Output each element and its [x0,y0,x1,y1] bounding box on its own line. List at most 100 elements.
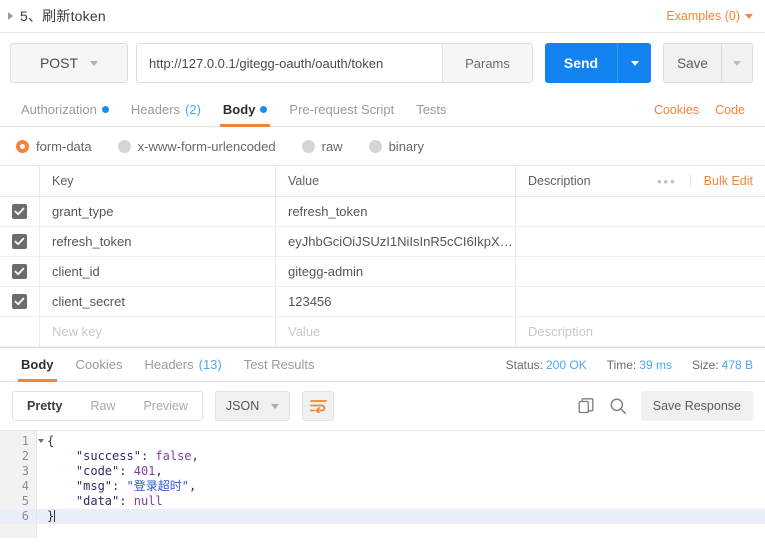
send-button[interactable]: Send [545,43,617,83]
row-checkbox[interactable] [12,264,27,279]
tab-label: Cookies [76,357,123,372]
line-number: 2 [0,449,36,464]
row-key[interactable]: grant_type [52,204,113,219]
copy-icon[interactable] [578,398,595,415]
save-response-button[interactable]: Save Response [641,391,753,421]
view-mode-pretty[interactable]: Pretty [13,392,76,420]
row-value[interactable]: refresh_token [288,204,368,219]
radio-form-data[interactable]: form-data [16,139,92,154]
row-key[interactable]: refresh_token [52,234,132,249]
table-row: client_secret 123456 [0,287,765,317]
view-mode-group: Pretty Raw Preview [12,391,203,421]
examples-dropdown[interactable]: Examples (0) [666,9,753,23]
url-input[interactable] [137,44,442,82]
time-value: 39 ms [639,358,672,372]
new-key-input[interactable]: New key [52,324,102,339]
response-tab-cookies[interactable]: Cookies [65,357,134,381]
new-value-input[interactable]: Value [288,324,320,339]
row-checkbox[interactable] [12,234,27,249]
code-lines[interactable]: { "success": false, "code": 401, "msg": … [36,431,765,538]
size-meta: Size:478 B [692,358,753,372]
row-value[interactable]: 123456 [288,294,331,309]
chevron-down-icon [271,404,279,409]
table-row-new: New key Value Description [0,317,765,347]
radio-binary[interactable]: binary [369,139,424,154]
size-value: 478 B [722,358,753,372]
radio-label: x-www-form-urlencoded [138,139,276,154]
request-tabs: Authorization Headers (2) Body Pre-reque… [0,93,765,127]
tab-label: Headers [144,357,193,372]
status-meta: Status:200 OK [506,358,587,372]
bulk-edit-button[interactable]: Bulk Edit [690,174,753,188]
tab-label: Authorization [21,102,97,117]
row-value[interactable]: eyJhbGciOiJSUzI1NiIsInR5cCI6IkpXVCJ9... [288,234,515,249]
row-key[interactable]: client_secret [52,294,125,309]
view-mode-preview[interactable]: Preview [129,392,201,420]
send-options-button[interactable] [617,43,651,83]
triangle-right-icon[interactable] [8,12,13,20]
chevron-down-icon [90,61,98,66]
search-icon[interactable] [609,397,627,415]
response-body-viewer[interactable]: 1 2 3 4 5 6 { "success": false, "code": … [0,430,765,538]
row-checkbox[interactable] [12,294,27,309]
format-selector[interactable]: JSON [215,391,290,421]
examples-label: Examples (0) [666,9,740,23]
new-description-input[interactable]: Description [528,324,593,339]
column-header-value: Value [288,174,319,188]
tab-authorization[interactable]: Authorization [10,102,120,126]
code-line: "msg": "登录超时", [37,479,765,494]
response-meta: Status:200 OK Time:39 ms Size:478 B [506,358,753,381]
response-tabs-bar: Body Cookies Headers (13) Test Results S… [0,347,765,382]
table-row: grant_type refresh_token [0,197,765,227]
tab-label: Tests [416,102,446,117]
body-type-radio-group: form-data x-www-form-urlencoded raw bina… [0,127,765,165]
tab-label: Body [223,102,256,117]
tab-label: Pre-request Script [289,102,394,117]
tab-label: Test Results [244,357,315,372]
tab-body[interactable]: Body [212,102,279,126]
save-button-group: Save [663,43,753,83]
code-line: "data": null [37,494,765,509]
size-label: Size: [692,358,719,372]
time-meta: Time:39 ms [607,358,672,372]
row-key[interactable]: client_id [52,264,100,279]
response-tab-body[interactable]: Body [10,357,65,381]
save-options-button[interactable] [721,43,753,83]
new-row-checkbox-cell [0,317,40,346]
text-cursor [54,510,55,522]
params-button[interactable]: Params [442,44,532,82]
tab-pre-request-script[interactable]: Pre-request Script [278,102,405,126]
tab-tests[interactable]: Tests [405,102,457,126]
code-line: { [37,434,765,449]
save-button[interactable]: Save [663,43,721,83]
line-number: 5 [0,494,36,509]
view-mode-raw[interactable]: Raw [76,392,129,420]
row-checkbox[interactable] [12,204,27,219]
radio-label: form-data [36,139,92,154]
more-options-icon[interactable]: ••• [657,174,690,189]
radio-raw[interactable]: raw [302,139,343,154]
radio-label: binary [389,139,424,154]
code-line: "code": 401, [37,464,765,479]
column-header-key: Key [52,174,74,188]
row-value[interactable]: gitegg-admin [288,264,363,279]
page-title: 5、刷新token [20,6,106,26]
code-link[interactable]: Code [707,103,753,126]
status-value: 200 OK [546,358,587,372]
tab-label: Body [21,357,54,372]
word-wrap-button[interactable] [302,391,334,421]
chevron-down-icon [631,61,639,66]
tab-headers[interactable]: Headers (2) [120,102,212,126]
line-number-gutter: 1 2 3 4 5 6 [0,431,36,538]
radio-icon [118,140,131,153]
radio-x-www-form-urlencoded[interactable]: x-www-form-urlencoded [118,139,276,154]
request-title-bar: 5、刷新token Examples (0) [0,0,765,33]
status-dot-icon [260,106,267,113]
cookies-link[interactable]: Cookies [646,103,707,126]
method-selector[interactable]: POST [10,43,128,83]
tab-badge: (2) [185,102,201,117]
response-tab-headers[interactable]: Headers (13) [133,357,232,381]
line-number: 4 [0,479,36,494]
response-tab-test-results[interactable]: Test Results [233,357,326,381]
send-button-group: Send [545,43,651,83]
